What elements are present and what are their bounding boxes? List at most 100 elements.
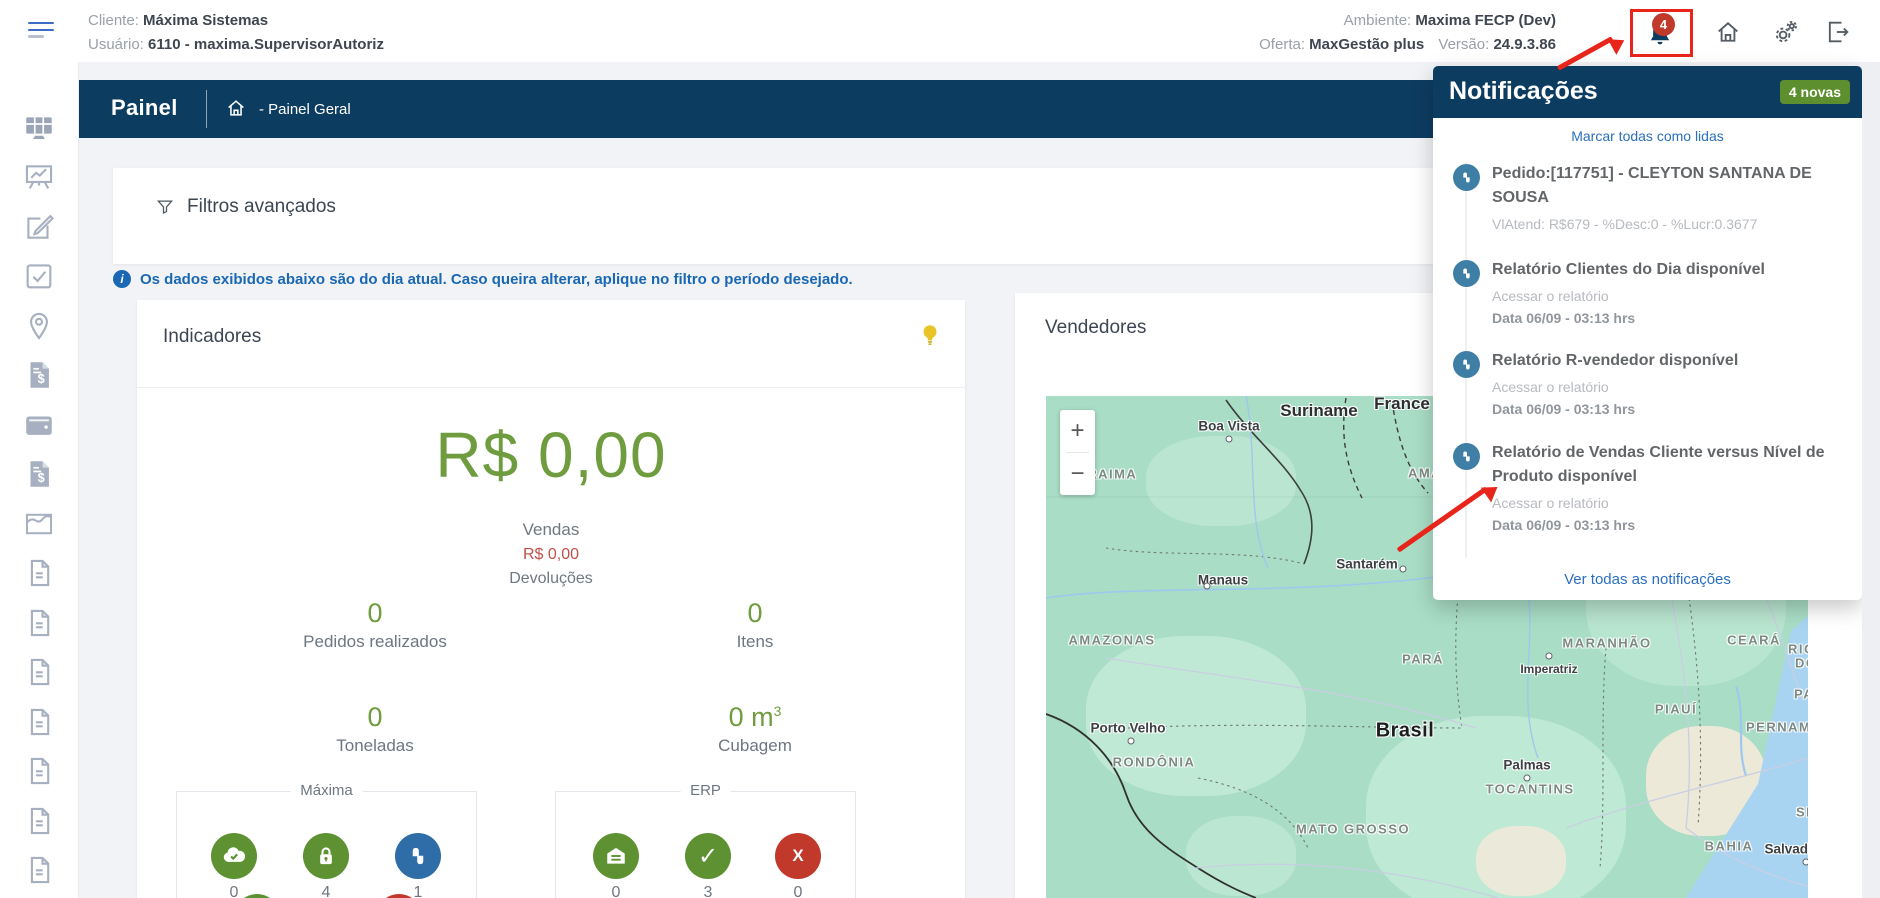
sidebar-item-dashboard[interactable] — [22, 111, 56, 145]
map-label-state: RONDÔNIA — [1113, 755, 1196, 770]
user-info: Usuário: 6110 - maxima.SupervisorAutoriz — [88, 36, 384, 53]
settings-gears-icon[interactable] — [1772, 18, 1800, 46]
presentation-chart-icon — [22, 160, 56, 194]
thumbs-icon[interactable] — [395, 833, 441, 879]
notification-item[interactable]: Pedido:[117751] - CLEYTON SANTANA DE SOU… — [1453, 162, 1845, 235]
offer-version-info: Oferta: MaxGestão plus Versão: 24.9.3.86 — [1259, 36, 1556, 53]
document-icon — [22, 853, 56, 887]
map-label-state: PARAÍBA — [1794, 687, 1808, 702]
returns-label: Devoluções — [137, 570, 965, 588]
document-icon — [22, 556, 56, 590]
sidebar-item-tasks[interactable] — [22, 259, 56, 293]
thumbs-icon — [1453, 260, 1480, 287]
map-label-state: DO NORTE — [1795, 656, 1808, 671]
info-banner-text: Os dados exibidos abaixo são do dia atua… — [140, 271, 853, 288]
scrollbar[interactable] — [1862, 62, 1880, 898]
client-info: Cliente: Máxima Sistemas — [88, 12, 268, 29]
map-zoom-in-button[interactable]: + — [1060, 410, 1095, 452]
sidebar-item-report-7[interactable] — [22, 853, 56, 887]
mark-all-read-link[interactable]: Marcar todas como lidas — [1433, 128, 1862, 144]
map-label-city: Salvador — [1764, 842, 1808, 857]
offer-label: Oferta: — [1259, 36, 1305, 53]
map-city-marker — [1128, 738, 1135, 745]
top-header: Cliente: Máxima Sistemas Usuário: 6110 -… — [0, 0, 1880, 62]
user-label: Usuário: — [88, 36, 144, 53]
map-city-marker — [1546, 653, 1553, 660]
notification-date: Data 06/09 - 03:13 hrs — [1492, 514, 1842, 536]
x-icon[interactable]: X — [775, 833, 821, 879]
edit-icon — [22, 210, 56, 244]
vendors-title: Vendedores — [1045, 317, 1146, 339]
sidebar-item-presentation[interactable] — [22, 160, 56, 194]
sales-label: Vendas — [137, 520, 965, 540]
version-label: Versão: — [1438, 36, 1489, 53]
sidebar-item-analytics[interactable] — [22, 507, 56, 541]
breadcrumb-home-icon[interactable] — [225, 97, 247, 119]
home-icon[interactable] — [1714, 18, 1742, 46]
advanced-filters-toggle[interactable]: Filtros avançados — [155, 196, 336, 218]
invoice-icon — [22, 457, 56, 491]
sidebar-item-report-5[interactable] — [22, 754, 56, 788]
offer-value: MaxGestão plus — [1309, 36, 1424, 53]
logout-icon[interactable] — [1824, 18, 1852, 46]
view-all-notifications-link[interactable]: Ver todas as notificações — [1433, 571, 1862, 588]
notification-meta: Acessar o relatório — [1492, 492, 1842, 514]
tons-count: 0 — [225, 702, 525, 733]
map-label-state: TOCANTINS — [1485, 782, 1574, 797]
map-label-city: Boa Vista — [1198, 419, 1259, 434]
map-label-country: Suriname — [1280, 401, 1357, 421]
notification-title: Pedido:[117751] - CLEYTON SANTANA DE SOU… — [1492, 162, 1842, 210]
tons-label: Toneladas — [225, 736, 525, 756]
sidebar-item-invoices[interactable] — [22, 457, 56, 491]
map-label-country: France — [1374, 396, 1430, 414]
document-icon — [22, 655, 56, 689]
map-label-state: MATO GROSSO — [1296, 822, 1410, 837]
sidebar-item-report-1[interactable] — [22, 556, 56, 590]
items-label: Itens — [605, 632, 905, 652]
checkbox-icon — [22, 259, 56, 293]
erp-stat-value: 0 — [593, 884, 639, 898]
notifications-title: Notificações — [1449, 77, 1598, 106]
advanced-filters-label: Filtros avançados — [187, 196, 336, 218]
cubage-count: 0 m3 — [605, 702, 905, 733]
returns-value: R$ 0,00 — [137, 546, 965, 564]
sidebar-item-edit[interactable] — [22, 210, 56, 244]
sidebar-item-billing[interactable] — [22, 358, 56, 392]
document-icon — [22, 606, 56, 640]
sidebar-item-report-3[interactable] — [22, 655, 56, 689]
map-label-state: CEARÁ — [1727, 633, 1781, 648]
map-label-state: PERNAMBUCO — [1746, 720, 1808, 735]
client-value: Máxima Sistemas — [143, 12, 268, 29]
maxima-status-group: Máxima 0 4 1 — [176, 791, 477, 898]
notifications-new-badge: 4 novas — [1780, 80, 1850, 104]
version-value: 24.9.3.86 — [1493, 36, 1556, 53]
map-label-state: SERGIPE — [1796, 805, 1808, 820]
sidebar-item-report-2[interactable] — [22, 606, 56, 640]
map-city-marker — [1226, 436, 1233, 443]
sidebar-item-wallet[interactable] — [22, 408, 56, 442]
indicators-title: Indicadores — [163, 326, 261, 348]
notification-item[interactable]: Relatório de Vendas Cliente versus Nível… — [1453, 441, 1845, 537]
indicators-card: Indicadores R$ 0,00 Vendas R$ 0,00 Devol… — [137, 300, 965, 898]
map-label-state: PIAUÍ — [1655, 702, 1697, 717]
hamburger-menu-icon[interactable] — [28, 22, 58, 42]
notification-item[interactable]: Relatório R-vendedor disponível Acessar … — [1453, 349, 1845, 421]
cloud-check-icon[interactable] — [211, 833, 257, 879]
map-city-marker — [1400, 566, 1407, 573]
notification-date: Data 06/09 - 03:13 hrs — [1492, 307, 1842, 329]
cubage-label: Cubagem — [605, 736, 905, 756]
sidebar-item-report-4[interactable] — [22, 705, 56, 739]
sidebar-item-locations[interactable] — [22, 309, 56, 343]
map-zoom-out-button[interactable]: − — [1060, 453, 1095, 495]
lock-icon[interactable] — [303, 833, 349, 879]
user-value: 6110 - maxima.SupervisorAutoriz — [148, 36, 384, 53]
map-city-marker — [1803, 859, 1809, 866]
check-icon[interactable]: ✓ — [685, 833, 731, 879]
lightbulb-icon[interactable] — [917, 322, 943, 348]
sales-total-value: R$ 0,00 — [137, 418, 965, 492]
sidebar-item-report-6[interactable] — [22, 804, 56, 838]
store-icon[interactable] — [593, 833, 639, 879]
area-chart-icon — [22, 507, 56, 541]
notification-item[interactable]: Relatório Clientes do Dia disponível Ace… — [1453, 258, 1845, 330]
map-city-marker — [1204, 583, 1211, 590]
